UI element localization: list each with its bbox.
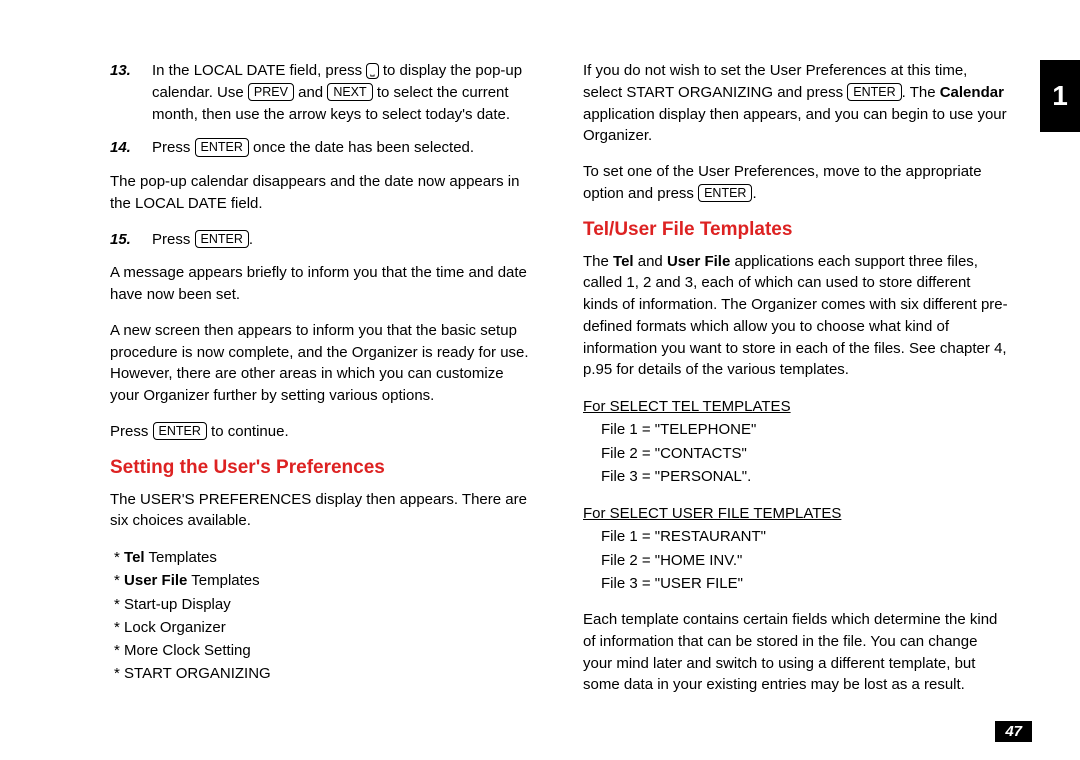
- popup-key-icon: ⎵: [366, 63, 378, 79]
- paragraph: A new screen then appears to inform you …: [110, 320, 535, 407]
- text: applications each support three files, c…: [583, 253, 1008, 379]
- text: and: [634, 253, 667, 270]
- right-column: If you do not wish to set the User Prefe…: [583, 60, 1008, 710]
- step-body: In the LOCAL DATE field, press ⎵ to disp…: [152, 60, 535, 125]
- step-number: 14.: [110, 137, 152, 159]
- list-item: * More Clock Setting: [114, 639, 535, 662]
- enter-key-icon: ENTER: [847, 83, 901, 101]
- bullet: *: [114, 549, 124, 566]
- label-rest: START ORGANIZING: [124, 665, 271, 682]
- step-number: 15.: [110, 229, 152, 251]
- template-heading: For SELECT USER FILE TEMPLATES: [583, 502, 1008, 525]
- enter-key-icon: ENTER: [153, 422, 207, 440]
- template-heading: For SELECT TEL TEMPLATES: [583, 395, 1008, 418]
- preferences-list: * Tel Templates * User File Templates * …: [114, 546, 535, 686]
- paragraph: Each template contains certain fields wh…: [583, 609, 1008, 696]
- step-body: Press ENTER once the date has been selec…: [152, 137, 535, 159]
- bullet: *: [114, 642, 124, 659]
- list-item: File 2 = "CONTACTS": [601, 442, 1008, 465]
- bullet: *: [114, 619, 124, 636]
- template-files: File 1 = "TELEPHONE" File 2 = "CONTACTS"…: [601, 418, 1008, 488]
- label-rest: Templates: [145, 549, 217, 566]
- list-item: File 3 = "PERSONAL".: [601, 465, 1008, 488]
- label-rest: Start-up Display: [124, 596, 231, 613]
- label-bold: Tel: [124, 549, 145, 566]
- text: once the date has been selected.: [249, 139, 474, 156]
- label-rest: Lock Organizer: [124, 619, 226, 636]
- step-14: 14. Press ENTER once the date has been s…: [110, 137, 535, 159]
- paragraph: The Tel and User File applications each …: [583, 251, 1008, 382]
- bullet: *: [114, 572, 124, 589]
- list-item: File 1 = "RESTAURANT": [601, 525, 1008, 548]
- heading-tel-user-templates: Tel/User File Templates: [583, 219, 1008, 241]
- page-content: 13. In the LOCAL DATE field, press ⎵ to …: [0, 0, 1080, 730]
- prev-key-icon: PREV: [248, 83, 294, 101]
- paragraph: Press ENTER to continue.: [110, 421, 535, 443]
- step-13: 13. In the LOCAL DATE field, press ⎵ to …: [110, 60, 535, 125]
- list-item: * Start-up Display: [114, 593, 535, 616]
- userfile-templates-block: For SELECT USER FILE TEMPLATES File 1 = …: [583, 502, 1008, 595]
- template-files: File 1 = "RESTAURANT" File 2 = "HOME INV…: [601, 525, 1008, 595]
- text: In the LOCAL DATE field, press: [152, 62, 366, 79]
- text: .: [249, 231, 253, 248]
- list-item: File 1 = "TELEPHONE": [601, 418, 1008, 441]
- left-column: 13. In the LOCAL DATE field, press ⎵ to …: [110, 60, 535, 710]
- text: and: [294, 84, 327, 101]
- paragraph: To set one of the User Preferences, move…: [583, 161, 1008, 205]
- list-item: File 2 = "HOME INV.": [601, 549, 1008, 572]
- text: Press: [110, 423, 153, 440]
- userfile-bold: User File: [667, 253, 730, 270]
- heading-setting-prefs: Setting the User's Preferences: [110, 457, 535, 479]
- enter-key-icon: ENTER: [698, 184, 752, 202]
- label-bold: User File: [124, 572, 187, 589]
- paragraph: The pop-up calendar disappears and the d…: [110, 171, 535, 215]
- text: Press: [152, 231, 195, 248]
- page-number: 47: [995, 721, 1032, 742]
- enter-key-icon: ENTER: [195, 138, 249, 156]
- text: to continue.: [207, 423, 289, 440]
- list-item: * START ORGANIZING: [114, 662, 535, 685]
- tel-templates-block: For SELECT TEL TEMPLATES File 1 = "TELEP…: [583, 395, 1008, 488]
- bullet: *: [114, 596, 124, 613]
- calendar-bold: Calendar: [940, 84, 1004, 101]
- chapter-tab: 1: [1040, 60, 1080, 132]
- bullet: *: [114, 665, 124, 682]
- text: application display then appears, and yo…: [583, 106, 1007, 145]
- list-item: * User File Templates: [114, 569, 535, 592]
- text: . The: [902, 84, 940, 101]
- paragraph: If you do not wish to set the User Prefe…: [583, 60, 1008, 147]
- list-item: File 3 = "USER FILE": [601, 572, 1008, 595]
- text: The: [583, 253, 613, 270]
- step-body: Press ENTER.: [152, 229, 535, 251]
- list-item: * Lock Organizer: [114, 616, 535, 639]
- list-item: * Tel Templates: [114, 546, 535, 569]
- enter-key-icon: ENTER: [195, 230, 249, 248]
- text: .: [752, 185, 756, 202]
- label-rest: More Clock Setting: [124, 642, 251, 659]
- next-key-icon: NEXT: [327, 83, 372, 101]
- step-number: 13.: [110, 60, 152, 125]
- paragraph: A message appears briefly to inform you …: [110, 262, 535, 306]
- text: To set one of the User Preferences, move…: [583, 163, 982, 202]
- step-15: 15. Press ENTER.: [110, 229, 535, 251]
- paragraph: The USER'S PREFERENCES display then appe…: [110, 489, 535, 533]
- label-rest: Templates: [187, 572, 259, 589]
- text: Press: [152, 139, 195, 156]
- tel-bold: Tel: [613, 253, 634, 270]
